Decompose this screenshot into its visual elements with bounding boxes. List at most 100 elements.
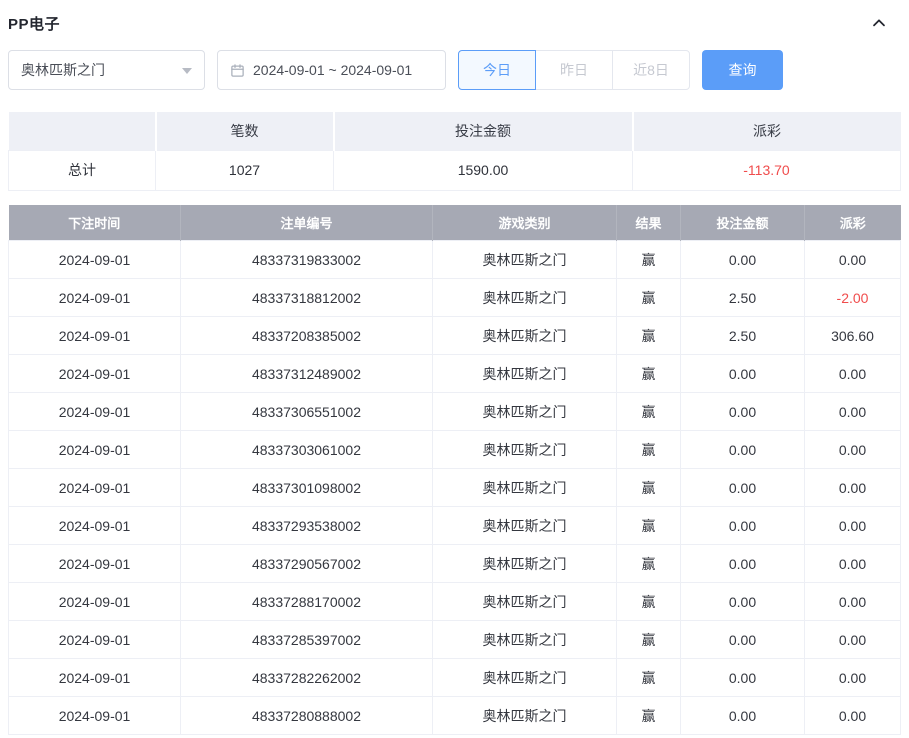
table-row: 2024-09-01 48337288170002 奥林匹斯之门赢 0.00 0.00 <box>8 582 901 621</box>
game-select[interactable]: 奥林匹斯之门 <box>8 50 205 90</box>
cell-payout: 0.00 <box>804 696 901 735</box>
summary-header-empty <box>8 112 156 150</box>
table-row: 2024-09-01 48337312489002 奥林匹斯之门赢 0.00 0.00 <box>8 354 901 393</box>
summary-total-row: 总计 1027 1590.00 -113.70 <box>8 149 901 191</box>
cell-payout: 0.00 <box>804 658 901 697</box>
table-row: 2024-09-01 48337301098002 奥林匹斯之门赢 0.00 0.00 <box>8 468 901 507</box>
cell-result: 赢 <box>616 506 681 545</box>
summary-header-bet-amount: 投注金额 <box>332 112 633 150</box>
cell-bet-amount: 2.50 <box>680 316 805 355</box>
filter-row: 奥林匹斯之门 2024-09-01 ~ 2024-09-01 今日 昨日 近8日… <box>8 50 901 90</box>
cell-payout: 0.00 <box>804 620 901 659</box>
cell-payout: -2.00 <box>804 278 901 317</box>
bet-table-body: 2024-09-01 48337319833002 奥林匹斯之门赢 0.00 0.00 2… <box>8 240 901 735</box>
cell-payout: 0.00 <box>804 582 901 621</box>
summary-header-count: 笔数 <box>154 112 334 150</box>
summary-header-payout: 派彩 <box>631 112 901 150</box>
cell-bet-time: 2024-09-01 <box>8 582 181 621</box>
cell-result: 赢 <box>616 582 681 621</box>
cell-game-type: 奥林匹斯之门 <box>432 354 617 393</box>
cell-result: 赢 <box>616 696 681 735</box>
cell-bet-amount: 0.00 <box>680 582 805 621</box>
cell-bet-amount: 0.00 <box>680 392 805 431</box>
cell-payout: 306.60 <box>804 316 901 355</box>
cell-bet-id: 48337285397002 <box>180 620 433 659</box>
cell-game-type: 奥林匹斯之门 <box>432 544 617 583</box>
table-row: 2024-09-01 48337290567002 奥林匹斯之门赢 0.00 0.00 <box>8 544 901 583</box>
cell-game-type: 奥林匹斯之门 <box>432 316 617 355</box>
summary-total-bet-amount: 1590.00 <box>333 149 633 191</box>
cell-bet-time: 2024-09-01 <box>8 620 181 659</box>
cell-bet-id: 48337318812002 <box>180 278 433 317</box>
cell-game-type: 奥林匹斯之门 <box>432 240 617 279</box>
cell-bet-time: 2024-09-01 <box>8 316 181 355</box>
cell-bet-amount: 0.00 <box>680 658 805 697</box>
table-row: 2024-09-01 48337318812002 奥林匹斯之门赢 2.50 -2.00 <box>8 278 901 317</box>
cell-bet-id: 48337319833002 <box>180 240 433 279</box>
col-header-bet-time: 下注时间 <box>8 204 181 241</box>
table-row: 2024-09-01 48337282262002 奥林匹斯之门赢 0.00 0.00 <box>8 658 901 697</box>
cell-result: 赢 <box>616 240 681 279</box>
cell-bet-id: 48337303061002 <box>180 430 433 469</box>
calendar-icon <box>231 63 244 77</box>
cell-game-type: 奥林匹斯之门 <box>432 620 617 659</box>
cell-bet-id: 48337306551002 <box>180 392 433 431</box>
game-select-value: 奥林匹斯之门 <box>21 62 105 78</box>
col-header-bet-id: 注单编号 <box>180 204 433 241</box>
cell-bet-id: 48337293538002 <box>180 506 433 545</box>
cell-result: 赢 <box>616 658 681 697</box>
cell-game-type: 奥林匹斯之门 <box>432 278 617 317</box>
cell-bet-time: 2024-09-01 <box>8 468 181 507</box>
cell-bet-id: 48337282262002 <box>180 658 433 697</box>
cell-bet-amount: 0.00 <box>680 354 805 393</box>
yesterday-button[interactable]: 昨日 <box>535 50 613 90</box>
cell-bet-time: 2024-09-01 <box>8 240 181 279</box>
col-header-result: 结果 <box>616 204 681 241</box>
date-range-value: 2024-09-01 ~ 2024-09-01 <box>253 62 413 78</box>
chevron-down-icon <box>182 68 192 74</box>
cell-game-type: 奥林匹斯之门 <box>432 696 617 735</box>
col-header-bet-amount: 投注金额 <box>680 204 805 241</box>
cell-result: 赢 <box>616 392 681 431</box>
cell-bet-amount: 0.00 <box>680 506 805 545</box>
collapse-button[interactable] <box>869 13 889 33</box>
summary-total-label: 总计 <box>8 149 156 191</box>
summary-total-count: 1027 <box>155 149 334 191</box>
cell-payout: 0.00 <box>804 544 901 583</box>
table-row: 2024-09-01 48337293538002 奥林匹斯之门赢 0.00 0.00 <box>8 506 901 545</box>
cell-bet-id: 48337288170002 <box>180 582 433 621</box>
cell-bet-id: 48337280888002 <box>180 696 433 735</box>
cell-bet-time: 2024-09-01 <box>8 544 181 583</box>
summary-table: 笔数 投注金额 派彩 总计 1027 1590.00 -113.70 <box>8 112 901 191</box>
col-header-payout: 派彩 <box>804 204 901 241</box>
cell-payout: 0.00 <box>804 430 901 469</box>
table-row: 2024-09-01 48337303061002 奥林匹斯之门赢 0.00 0.00 <box>8 430 901 469</box>
cell-bet-time: 2024-09-01 <box>8 506 181 545</box>
cell-game-type: 奥林匹斯之门 <box>432 430 617 469</box>
quick-range-group: 今日 昨日 近8日 <box>458 50 690 90</box>
cell-game-type: 奥林匹斯之门 <box>432 506 617 545</box>
cell-bet-amount: 2.50 <box>680 278 805 317</box>
cell-bet-amount: 0.00 <box>680 696 805 735</box>
cell-bet-time: 2024-09-01 <box>8 430 181 469</box>
cell-result: 赢 <box>616 468 681 507</box>
bet-records-table: 下注时间 注单编号 游戏类别 结果 投注金额 派彩 2024-09-01 483373198… <box>8 204 901 735</box>
cell-bet-time: 2024-09-01 <box>8 354 181 393</box>
cell-result: 赢 <box>616 430 681 469</box>
cell-payout: 0.00 <box>804 468 901 507</box>
table-row: 2024-09-01 48337306551002 奥林匹斯之门赢 0.00 0.00 <box>8 392 901 431</box>
summary-header-row: 笔数 投注金额 派彩 <box>8 112 901 150</box>
cell-bet-time: 2024-09-01 <box>8 392 181 431</box>
today-button[interactable]: 今日 <box>458 50 536 90</box>
panel-header: PP电子 <box>8 10 901 34</box>
date-range-picker[interactable]: 2024-09-01 ~ 2024-09-01 <box>217 50 446 90</box>
cell-bet-time: 2024-09-01 <box>8 696 181 735</box>
last-8-days-button[interactable]: 近8日 <box>612 50 690 90</box>
bet-table-header-row: 下注时间 注单编号 游戏类别 结果 投注金额 派彩 <box>8 204 901 241</box>
cell-bet-id: 48337312489002 <box>180 354 433 393</box>
cell-bet-amount: 0.00 <box>680 430 805 469</box>
cell-payout: 0.00 <box>804 506 901 545</box>
query-button[interactable]: 查询 <box>702 50 783 90</box>
cell-result: 赢 <box>616 278 681 317</box>
cell-result: 赢 <box>616 316 681 355</box>
